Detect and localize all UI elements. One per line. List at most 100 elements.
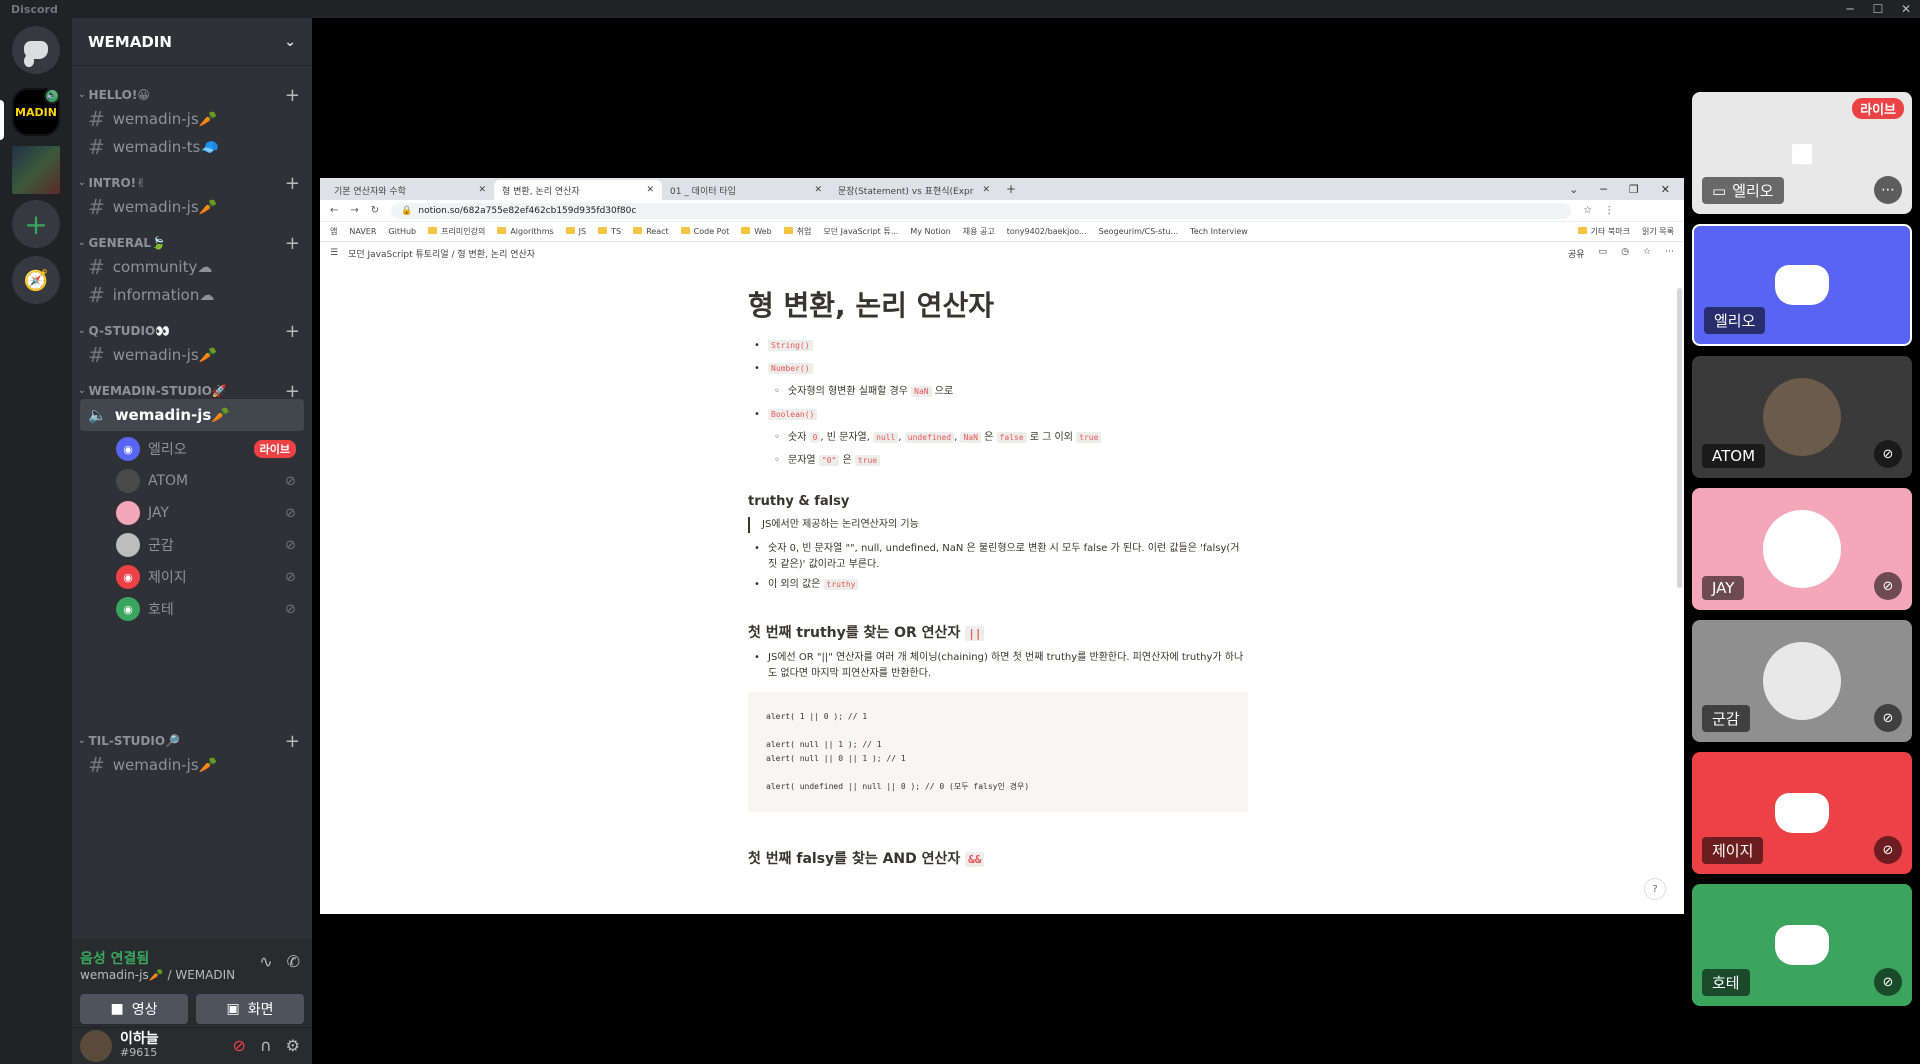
close-icon[interactable]: ✕ <box>814 185 822 195</box>
bookmark[interactable]: Algorithms <box>497 227 554 236</box>
bookmark[interactable]: Code Pot <box>680 227 729 236</box>
browser-tab[interactable]: 01 _ 데이터 타입 ✕ <box>662 180 830 200</box>
history-icon[interactable]: ◷ <box>1621 247 1629 260</box>
voice-member[interactable]: 군감 ⊘ <box>116 531 304 559</box>
bookmark[interactable]: Tech Interview <box>1190 227 1248 236</box>
voice-channel-active[interactable]: 🔈 wemadin-js🥕 <box>80 399 304 431</box>
browser-tab[interactable]: 문장(Statement) vs 표현식(Expr ✕ <box>830 180 998 200</box>
code-block[interactable]: alert( 1 || 0 ); // 1 alert( null || 1 )… <box>748 692 1248 812</box>
close-icon[interactable]: ✕ <box>982 185 990 195</box>
channel-item[interactable]: # information☁ <box>80 279 304 311</box>
minimize-icon[interactable]: ─ <box>1600 183 1607 196</box>
more-icon[interactable]: ⋯ <box>1665 247 1674 260</box>
participant-tile[interactable]: 군감 ⊘ <box>1692 620 1912 742</box>
bookmark[interactable]: GitHub <box>388 227 416 236</box>
paragraph[interactable]: JS에서만 제공하는 논리연산자의 기능 <box>748 517 1248 533</box>
bookmark[interactable]: 채용 공고 <box>963 226 995 237</box>
headphones-icon[interactable]: ∩ <box>260 1036 272 1055</box>
add-server-button[interactable]: + <box>12 200 60 248</box>
close-icon[interactable]: ✕ <box>1892 2 1920 16</box>
voice-member[interactable]: ◉ 호테 ⊘ <box>116 595 304 623</box>
bookmark[interactable]: tony9402/baekjoo... <box>1007 227 1087 236</box>
explore-servers-button[interactable]: 🧭 <box>12 256 60 304</box>
category-q-studio[interactable]: ⌄ Q-STUDIO👀 + <box>72 321 312 342</box>
video-button[interactable]: ■ 영상 <box>80 994 188 1024</box>
home-button[interactable] <box>12 26 60 74</box>
star-icon[interactable]: ☆ <box>1643 247 1651 260</box>
participant-tile[interactable]: JAY ⊘ <box>1692 488 1912 610</box>
participant-tile[interactable]: ATOM ⊘ <box>1692 356 1912 478</box>
participant-tile[interactable]: 엘리오 <box>1692 224 1912 346</box>
browser-tab[interactable]: 기본 연산자와 수학 ✕ <box>326 180 494 200</box>
tile-label: JAY <box>1702 576 1745 600</box>
close-icon[interactable]: ✕ <box>1661 183 1670 196</box>
new-tab-icon[interactable]: + <box>1006 182 1016 196</box>
minimize-icon[interactable]: ─ <box>1836 2 1864 16</box>
bookmark[interactable]: 읽기 목록 <box>1642 226 1674 237</box>
scrollbar[interactable] <box>1677 288 1682 588</box>
voice-channel-name[interactable]: wemadin-js🥕 / WEMADIN <box>80 968 235 982</box>
gear-icon[interactable]: ⚙ <box>286 1036 300 1055</box>
server-header[interactable]: WEMADIN ⌄ <box>72 18 312 66</box>
extensions-icon[interactable]: ⋮ <box>1604 205 1614 216</box>
forward-icon[interactable]: → <box>350 205 358 216</box>
channel-item[interactable]: # wemadin-js🥕 <box>80 191 304 223</box>
category-intro[interactable]: ⌄ INTRO!✌ + <box>72 173 312 194</box>
help-button[interactable]: ? <box>1644 878 1666 900</box>
category-hello[interactable]: ⌄ HELLO!😀 + <box>72 85 312 106</box>
more-icon[interactable]: ⋯ <box>1874 176 1902 204</box>
voice-member[interactable]: JAY ⊘ <box>116 499 304 527</box>
breadcrumb[interactable]: 모던 JavaScript 튜토리얼 / 형 변환, 논리 연산자 <box>348 247 535 260</box>
disconnect-icon[interactable]: ✆ <box>287 952 300 971</box>
bookmark[interactable]: React <box>633 227 669 236</box>
bookmark[interactable]: TS <box>598 227 621 236</box>
list-item: 숫자 0, 빈 문자열 "", null, undefined, NaN 은 불… <box>748 541 1248 573</box>
bookmark[interactable]: 앱 <box>330 226 337 237</box>
tab-search-icon[interactable]: ⌄ <box>1569 183 1578 196</box>
url-field[interactable]: 🔒 notion.so/682a755e82ef462cb159d935fd30f… <box>391 202 1572 219</box>
bookmark[interactable]: 기타 북마크 <box>1577 226 1630 237</box>
channel-item[interactable]: # wemadin-js🥕 <box>80 339 304 371</box>
avatar[interactable] <box>80 1030 112 1062</box>
channel-item[interactable]: # wemadin-ts🧢 <box>80 131 304 163</box>
maximize-icon[interactable]: ☐ <box>1864 2 1892 16</box>
mic-muted-icon[interactable]: ⊘ <box>233 1036 246 1055</box>
bookmark[interactable]: My Notion <box>910 227 950 236</box>
menu-icon[interactable]: ☰ <box>330 248 338 258</box>
participant-tile[interactable]: 제이지 ⊘ <box>1692 752 1912 874</box>
server-code[interactable] <box>12 146 60 194</box>
discord-icon <box>24 41 48 67</box>
star-icon[interactable]: ☆ <box>1583 205 1592 216</box>
comment-icon[interactable]: ▭ <box>1599 247 1608 260</box>
bookmark[interactable]: 취업 <box>783 226 811 237</box>
back-icon[interactable]: ← <box>330 205 338 216</box>
bookmark[interactable]: JS <box>565 227 586 236</box>
voice-member[interactable]: ◉ 엘리오 라이브 <box>116 435 304 463</box>
stream-tile[interactable]: 라이브 ■ ▭ 엘리오 ⋯ <box>1692 92 1912 214</box>
reload-icon[interactable]: ↻ <box>371 205 379 216</box>
voice-member[interactable]: ATOM ⊘ <box>116 467 304 495</box>
tile-label: 군감 <box>1702 705 1750 732</box>
bookmark[interactable]: NAVER <box>349 227 376 236</box>
close-icon[interactable]: ✕ <box>646 185 654 195</box>
close-icon[interactable]: ✕ <box>478 185 486 195</box>
bookmark[interactable]: 모던 JavaScript 튜... <box>823 226 898 237</box>
screen-share-button[interactable]: ▣ 화면 <box>196 994 304 1024</box>
voice-member[interactable]: ◉ 제이지 ⊘ <box>116 563 304 591</box>
avatar <box>1763 510 1841 588</box>
category-til-studio[interactable]: ⌄ TIL-STUDIO🔎 + <box>72 731 312 752</box>
category-wemadin-studio[interactable]: ⌄ WEMADIN-STUDIO🚀 + <box>72 381 312 402</box>
tile-label: 호테 <box>1702 969 1750 996</box>
bookmark[interactable]: Seogeurim/CS-stu... <box>1099 227 1179 236</box>
noise-suppression-icon[interactable]: ∿ <box>259 952 272 971</box>
bookmark[interactable]: Web <box>741 227 772 236</box>
channel-item[interactable]: # wemadin-js🥕 <box>80 749 304 781</box>
browser-tab-active[interactable]: 형 변환, 논리 연산자 ✕ <box>494 180 662 200</box>
list-item: Number() <box>748 357 1248 380</box>
share-button[interactable]: 공유 <box>1568 247 1585 260</box>
restore-icon[interactable]: ❐ <box>1629 183 1639 196</box>
category-general[interactable]: ⌄ GENERAL🍃 + <box>72 233 312 254</box>
bookmark[interactable]: 프리미인강의 <box>428 226 485 237</box>
participant-tile[interactable]: 호테 ⊘ <box>1692 884 1912 1006</box>
discord-icon <box>1775 265 1829 305</box>
